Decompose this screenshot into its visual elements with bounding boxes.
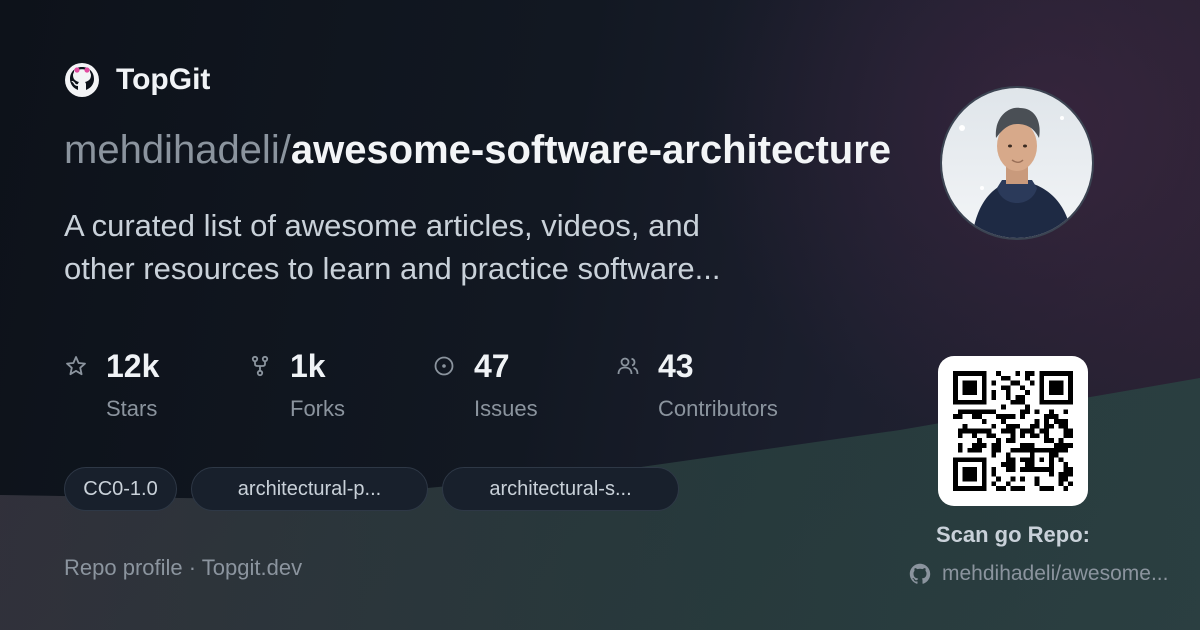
qr-code-icon xyxy=(953,371,1073,491)
repo-link-text: mehdihadeli/awesome... xyxy=(942,562,1169,585)
repo-owner[interactable]: mehdihadeli xyxy=(64,128,280,172)
github-octocat-icon xyxy=(65,63,99,97)
tag-license[interactable]: CC0-1.0 xyxy=(64,467,177,511)
owner-avatar[interactable] xyxy=(940,86,1094,240)
repo-separator: / xyxy=(279,128,291,172)
stars-value: 12k xyxy=(106,348,160,384)
repo-link[interactable]: mehdihadeli/awesome... xyxy=(908,562,1168,586)
repo-description: A curated list of awesome articles, vide… xyxy=(64,208,721,286)
forks-value: 1k xyxy=(290,348,326,384)
tag-topic[interactable]: architectural-p... xyxy=(191,467,428,511)
tag-topic[interactable]: architectural-s... xyxy=(442,467,679,511)
github-icon xyxy=(909,563,931,584)
qr-caption: Scan go Repo: xyxy=(935,522,1090,547)
repo-qr-code[interactable] xyxy=(938,356,1088,506)
repo-tags: CC0-1.0 architectural-p... architectural… xyxy=(64,467,679,511)
star-icon xyxy=(66,356,86,376)
forks-label: Forks xyxy=(290,396,345,421)
brand-name: TopGit xyxy=(116,63,211,96)
issues-label: Issues xyxy=(474,396,538,421)
fork-icon xyxy=(251,355,269,377)
contributors-label: Contributors xyxy=(658,396,778,421)
contributors-value: 43 xyxy=(658,348,694,384)
repo-title[interactable]: mehdihadeli/awesome-software-architectur… xyxy=(64,128,891,173)
user-avatar-photo xyxy=(942,88,1092,238)
issues-value: 47 xyxy=(474,348,510,384)
brand-header[interactable]: TopGit xyxy=(64,62,210,98)
people-icon xyxy=(617,357,639,375)
issue-icon xyxy=(434,356,454,376)
footer-repo-profile[interactable]: Repo profile · Topgit.dev xyxy=(64,555,302,581)
repo-name[interactable]: awesome-software-architecture xyxy=(291,128,891,172)
stars-label: Stars xyxy=(106,396,158,421)
